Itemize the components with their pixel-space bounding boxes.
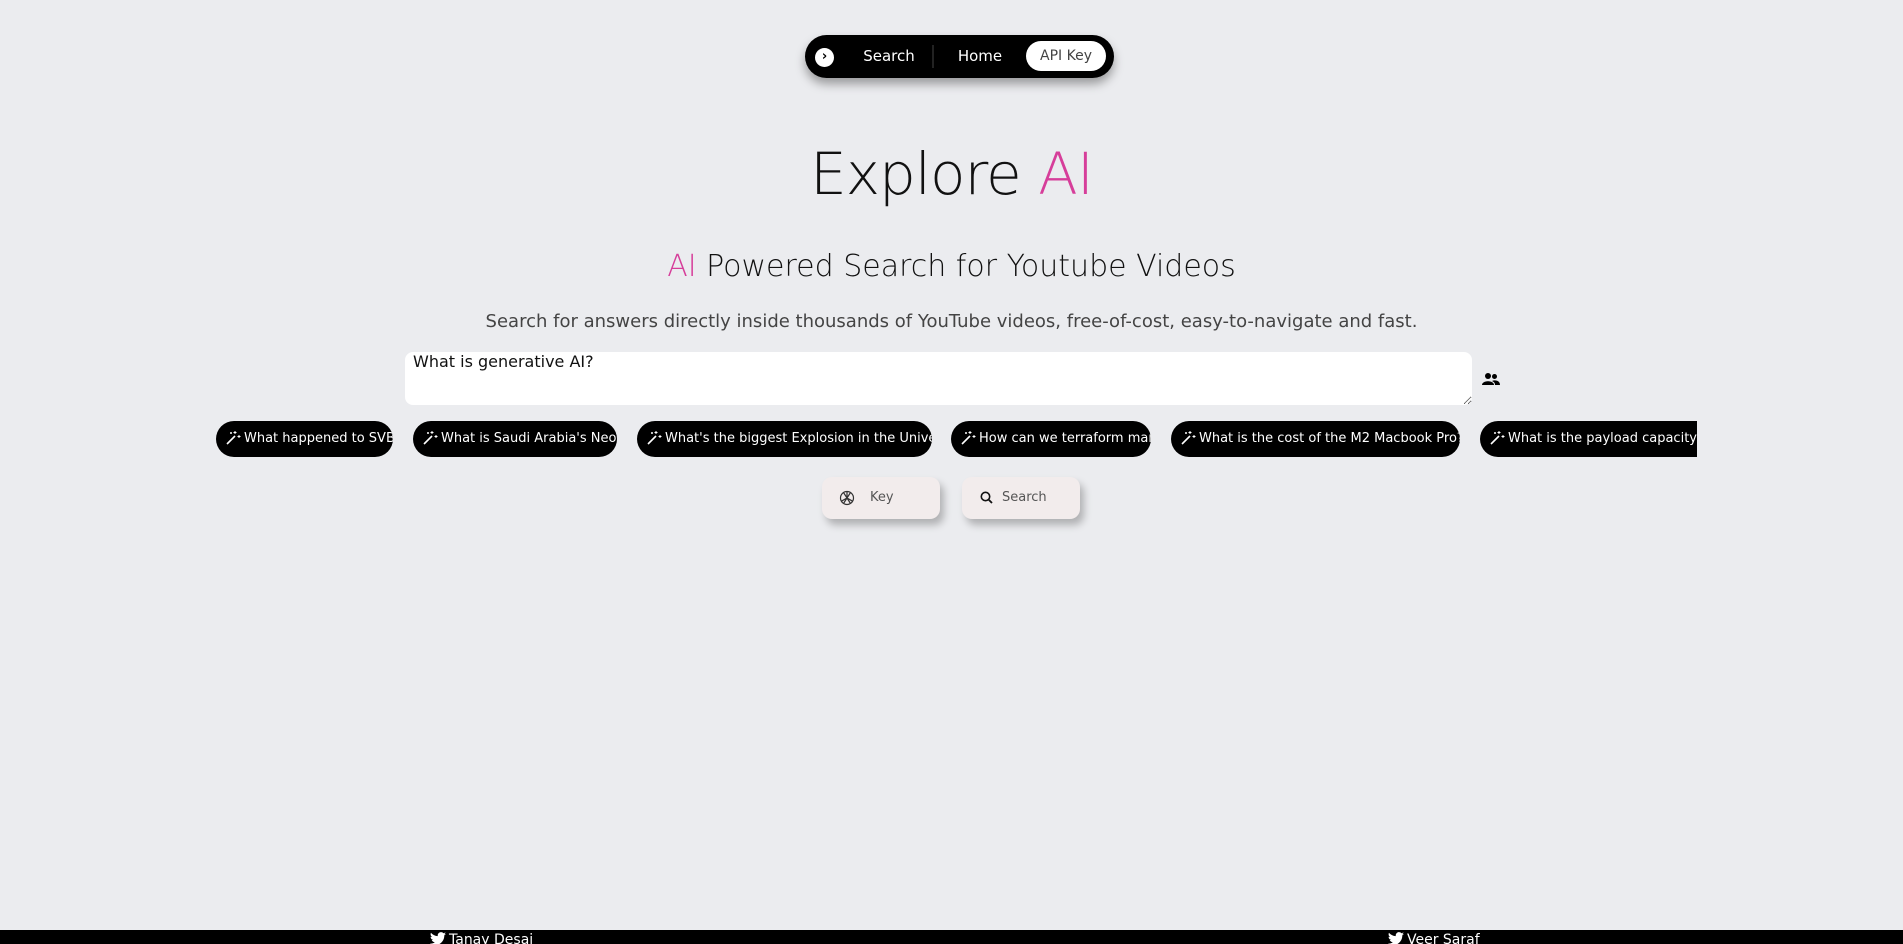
- suggestion-chip-label: What is Saudi Arabia's Neom?: [441, 431, 617, 446]
- suggestion-chip-label: What is the cost of the M2 Macbook Pro?: [1199, 431, 1460, 446]
- suggestion-chip-label: What's the biggest Explosion in the Univ…: [665, 431, 932, 446]
- page-tagline: AI Powered Search for Youtube Videos: [0, 249, 1903, 284]
- nav-divider: [932, 45, 934, 68]
- magic-wand-icon: [423, 431, 438, 445]
- tagline-accent: AI: [667, 249, 697, 284]
- suggestion-chip[interactable]: What is Saudi Arabia's Neom?: [413, 421, 617, 457]
- suggestion-chip-label: What is the payload capacity of starship…: [1508, 431, 1697, 446]
- twitter-icon: [430, 932, 446, 944]
- twitter-icon: [1388, 932, 1404, 944]
- magic-wand-icon: [226, 431, 241, 445]
- key-button[interactable]: Key: [822, 477, 940, 519]
- suggestion-chip[interactable]: How can we terraform mars?: [951, 421, 1151, 457]
- magic-wand-icon: [961, 431, 976, 445]
- suggestion-chip[interactable]: What's the biggest Explosion in the Univ…: [637, 421, 932, 457]
- suggestion-chips: What happened to SVB? What is Saudi Arab…: [216, 421, 1697, 459]
- search-button-label: Search: [1002, 490, 1047, 505]
- suggestion-chip[interactable]: What is the payload capacity of starship…: [1480, 421, 1697, 457]
- title-main: Explore: [810, 140, 1039, 208]
- magic-wand-icon: [1490, 431, 1505, 445]
- users-icon[interactable]: [1482, 372, 1500, 386]
- page-title: Explore AI: [0, 140, 1903, 208]
- title-accent: AI: [1038, 140, 1094, 208]
- search-icon: [980, 491, 993, 504]
- magic-wand-icon: [647, 431, 662, 445]
- footer-author-link[interactable]: Tanay Desai: [430, 932, 533, 944]
- footer-author-name: Tanay Desai: [449, 932, 534, 944]
- search-button[interactable]: Search: [962, 477, 1080, 519]
- tagline-text: Powered Search for Youtube Videos: [696, 249, 1236, 284]
- nav-home-link[interactable]: Home: [940, 41, 1020, 71]
- search-input[interactable]: What is generative AI?: [405, 352, 1472, 405]
- openai-logo-icon: [839, 490, 855, 506]
- page-subtitle: Search for answers directly inside thous…: [485, 311, 1418, 332]
- suggestion-chip[interactable]: What is the cost of the M2 Macbook Pro?: [1171, 421, 1460, 457]
- magic-wand-icon: [1181, 431, 1196, 445]
- suggestion-chip[interactable]: What happened to SVB?: [216, 421, 393, 457]
- suggestion-chip-label: What happened to SVB?: [244, 431, 393, 446]
- footer: Tanay Desai Veer Saraf: [0, 930, 1903, 944]
- top-navbar: › Search Home API Key: [805, 35, 1114, 78]
- footer-author-link[interactable]: Veer Saraf: [1388, 932, 1480, 944]
- key-button-label: Key: [870, 490, 894, 505]
- nav-api-key-link[interactable]: API Key: [1026, 41, 1106, 71]
- suggestion-chip-label: How can we terraform mars?: [979, 431, 1151, 446]
- footer-author-name: Veer Saraf: [1407, 932, 1480, 944]
- nav-search-link[interactable]: Search: [849, 41, 929, 71]
- chevron-right-icon[interactable]: ›: [815, 48, 834, 67]
